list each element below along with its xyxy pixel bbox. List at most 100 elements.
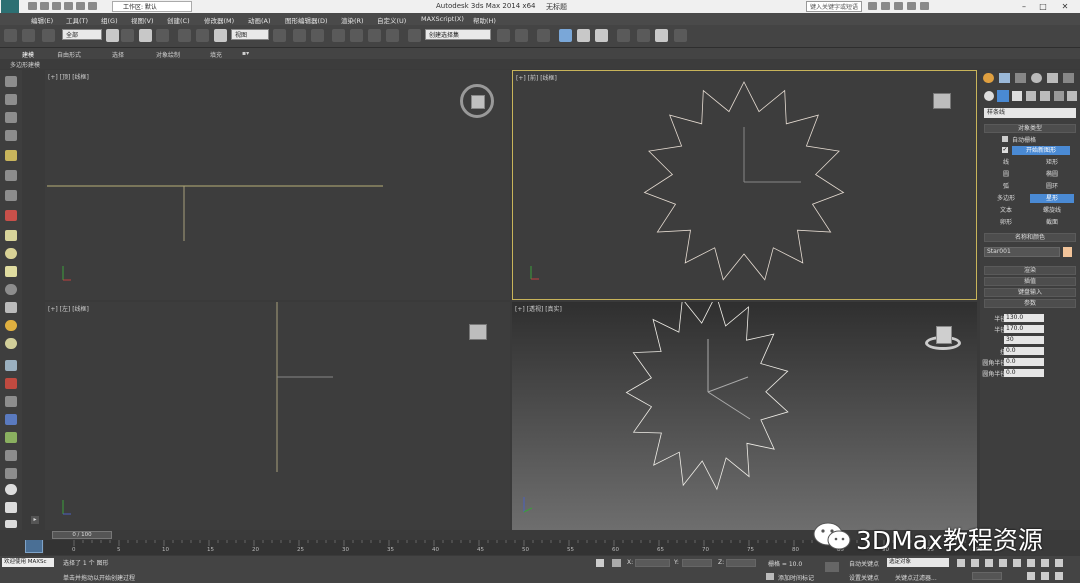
helpers-category-icon[interactable] bbox=[1040, 91, 1050, 101]
open-file-icon[interactable] bbox=[40, 2, 49, 10]
current-frame-field[interactable] bbox=[972, 572, 1002, 580]
left-tool-21-icon[interactable] bbox=[5, 450, 17, 461]
fillet-radius1-spinner[interactable]: 0.0 bbox=[1004, 358, 1044, 366]
viewport-left[interactable]: [+] [左] [线框] bbox=[45, 302, 510, 530]
ribbon-options-icon[interactable]: ▪▾ bbox=[242, 50, 249, 57]
menu-customize[interactable]: 自定义(U) bbox=[377, 15, 406, 25]
shapes-category-icon[interactable] bbox=[997, 90, 1009, 102]
left-tool-1-icon[interactable] bbox=[5, 76, 17, 87]
menu-maxscript[interactable]: MAXScript(X) bbox=[421, 15, 464, 23]
lock-selection-icon[interactable] bbox=[596, 559, 604, 567]
parameters-rollout[interactable]: 参数 bbox=[984, 299, 1076, 308]
prev-frame-icon[interactable] bbox=[971, 559, 979, 567]
unlink-icon[interactable] bbox=[22, 29, 35, 42]
shape-rectangle-button[interactable]: 矩形 bbox=[1030, 158, 1074, 167]
box-icon[interactable] bbox=[5, 230, 17, 241]
search-input[interactable]: 键入关键字或短语 bbox=[806, 1, 862, 12]
systems-category-icon[interactable] bbox=[1067, 91, 1077, 101]
reference-coordinate-dropdown[interactable]: 视图 bbox=[231, 29, 269, 40]
ribbon-tab-freeform[interactable]: 自由形式 bbox=[57, 50, 81, 59]
utilities-tab-icon[interactable] bbox=[1063, 73, 1074, 83]
left-tool-3-icon[interactable] bbox=[5, 112, 17, 123]
viewport-perspective[interactable]: [+] [透视] [真实] bbox=[512, 302, 977, 530]
keyboard-shortcut-icon[interactable] bbox=[311, 29, 324, 42]
lights-category-icon[interactable] bbox=[1012, 91, 1022, 101]
layer-manager-icon[interactable] bbox=[537, 29, 550, 42]
display-tab-icon[interactable] bbox=[1047, 73, 1058, 83]
menu-rendering[interactable]: 渲染(R) bbox=[341, 15, 364, 25]
shape-line-button[interactable]: 线 bbox=[984, 158, 1028, 167]
rendered-frame-window-icon[interactable] bbox=[655, 29, 668, 42]
left-tool-4-icon[interactable] bbox=[5, 130, 17, 141]
workspace-dropdown[interactable]: 工作区: 默认 bbox=[112, 1, 192, 12]
app-logo-icon[interactable] bbox=[1, 0, 19, 13]
shape-ellipse-button[interactable]: 椭圆 bbox=[1030, 170, 1074, 179]
shape-helix-button[interactable]: 螺旋线 bbox=[1030, 206, 1074, 215]
ribbon-tab-modeling[interactable]: 建模 bbox=[22, 50, 34, 59]
menu-graph-editors[interactable]: 图形编辑器(D) bbox=[285, 15, 328, 25]
shape-category-dropdown[interactable]: 样条线 bbox=[984, 108, 1076, 118]
curve-editor-icon[interactable] bbox=[577, 29, 590, 42]
rendering-rollout[interactable]: 渲染 bbox=[984, 266, 1076, 275]
radius1-spinner[interactable]: 130.0 bbox=[1004, 314, 1044, 322]
shape-section-button[interactable]: 截面 bbox=[1030, 218, 1074, 227]
cameras-category-icon[interactable] bbox=[1026, 91, 1036, 101]
schematic-view-icon[interactable] bbox=[595, 29, 608, 42]
create-tab-icon[interactable] bbox=[983, 73, 994, 83]
left-tool-23-icon[interactable] bbox=[5, 484, 17, 495]
named-selection-dropdown[interactable]: 创建选择集 bbox=[425, 29, 491, 40]
favorites-icon[interactable] bbox=[907, 2, 916, 10]
pan-view-icon[interactable] bbox=[1027, 572, 1035, 580]
link-icon[interactable] bbox=[4, 29, 17, 42]
snaps-toggle-icon[interactable] bbox=[332, 29, 345, 42]
viewport-front[interactable]: [+] [前] [线框] bbox=[512, 70, 977, 300]
object-name-field[interactable]: Star001 bbox=[984, 247, 1060, 257]
shape-egg-button[interactable]: 卵形 bbox=[984, 218, 1028, 227]
bind-space-warp-icon[interactable] bbox=[42, 29, 55, 42]
interpolation-rollout[interactable]: 插值 bbox=[984, 277, 1076, 286]
left-tool-17-icon[interactable] bbox=[5, 378, 17, 389]
left-tool-2-icon[interactable] bbox=[5, 94, 17, 105]
zoom-icon[interactable] bbox=[1027, 559, 1035, 567]
menu-modifiers[interactable]: 修改器(M) bbox=[204, 15, 234, 25]
selected-object-dropdown[interactable]: 选定对象 bbox=[887, 558, 949, 567]
redo-icon[interactable] bbox=[76, 2, 85, 10]
auto-key-label[interactable]: 自动关键点 bbox=[849, 559, 879, 568]
y-coordinate-field[interactable] bbox=[682, 559, 712, 567]
name-color-rollout[interactable]: 名称和颜色 bbox=[984, 233, 1076, 242]
key-filters-button[interactable]: 关键点过滤器... bbox=[895, 573, 937, 582]
spacewarps-category-icon[interactable] bbox=[1054, 91, 1064, 101]
torus-icon[interactable] bbox=[5, 284, 17, 295]
fillet-radius2-spinner[interactable]: 0.0 bbox=[1004, 369, 1044, 377]
edit-named-selection-icon[interactable] bbox=[408, 29, 421, 42]
absolute-mode-icon[interactable] bbox=[612, 559, 621, 567]
orbit-icon[interactable] bbox=[1041, 572, 1049, 580]
play-icon[interactable] bbox=[985, 559, 993, 567]
maximize-button[interactable]: □ bbox=[1034, 1, 1052, 12]
render-setup-icon[interactable] bbox=[637, 29, 650, 42]
zoom-extents-icon[interactable] bbox=[1055, 559, 1063, 567]
goto-start-icon[interactable] bbox=[957, 559, 965, 567]
next-frame-icon[interactable] bbox=[999, 559, 1007, 567]
percent-snap-icon[interactable] bbox=[368, 29, 381, 42]
object-color-swatch[interactable] bbox=[1063, 247, 1072, 257]
shape-donut-button[interactable]: 圆环 bbox=[1030, 182, 1074, 191]
left-tool-8-icon[interactable] bbox=[5, 210, 17, 221]
help-icon[interactable] bbox=[920, 2, 929, 10]
menu-create[interactable]: 创建(C) bbox=[167, 15, 190, 25]
add-time-tag[interactable]: 添加时间标记 bbox=[778, 573, 814, 582]
ribbon-tab-selection[interactable]: 选择 bbox=[112, 50, 124, 59]
selection-filter-dropdown[interactable]: 全部 bbox=[62, 29, 102, 40]
shape-ngon-button[interactable]: 多边形 bbox=[984, 194, 1028, 203]
communication-icon[interactable] bbox=[894, 2, 903, 10]
time-tag-icon[interactable] bbox=[766, 573, 774, 580]
menu-edit[interactable]: 编辑(E) bbox=[31, 15, 53, 25]
left-tool-24-icon[interactable] bbox=[5, 502, 17, 513]
maxscript-listener[interactable]: 欢迎使用 MAXSc bbox=[2, 558, 54, 567]
left-tool-25-icon[interactable] bbox=[5, 520, 17, 528]
angle-snap-icon[interactable] bbox=[350, 29, 363, 42]
viewport-top[interactable]: [+] [顶] [线框] bbox=[45, 70, 510, 300]
ribbon-tab-populate[interactable]: 填充 bbox=[210, 50, 222, 59]
close-button[interactable]: ✕ bbox=[1056, 1, 1074, 12]
left-tool-6-icon[interactable] bbox=[5, 170, 17, 181]
